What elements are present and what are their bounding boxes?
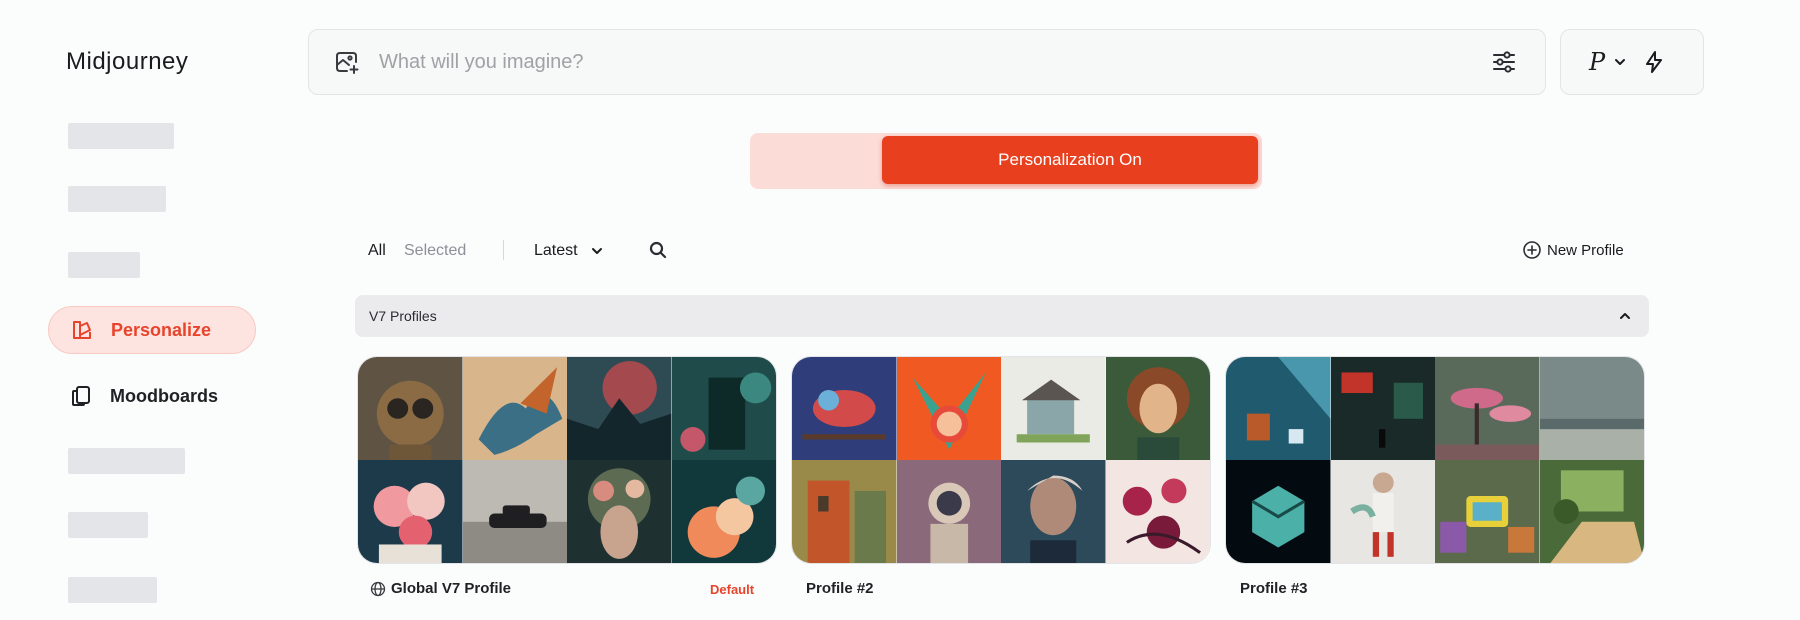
section-header-v7-profiles[interactable]: V7 Profiles <box>355 295 1649 337</box>
profile-name[interactable]: Profile #3 <box>1240 580 1308 597</box>
profile-image <box>1226 460 1331 563</box>
chevron-down-icon[interactable] <box>1613 55 1627 69</box>
nav-placeholder <box>68 123 174 149</box>
profile-card-global[interactable] <box>357 356 777 564</box>
profile-image <box>1001 357 1106 460</box>
sort-label: Latest <box>534 242 578 259</box>
nav-placeholder <box>68 512 148 538</box>
profile-image <box>1226 357 1331 460</box>
sidebar-item-label: Personalize <box>111 319 212 340</box>
nav-placeholder <box>68 577 157 603</box>
filter-selected[interactable]: Selected <box>404 236 466 266</box>
profile-image <box>896 460 1001 563</box>
sliders-icon[interactable] <box>1489 47 1519 77</box>
profile-image <box>1001 460 1106 563</box>
profile-image <box>462 460 567 563</box>
chevron-down-icon <box>590 244 604 258</box>
profile-image <box>1330 460 1435 563</box>
profile-image <box>1330 357 1435 460</box>
prompt-bar <box>308 29 1546 95</box>
profile-image <box>1435 357 1540 460</box>
image-add-icon[interactable] <box>333 48 361 76</box>
profile-image <box>1539 357 1644 460</box>
bolt-icon[interactable] <box>1641 49 1667 75</box>
profile-image <box>462 357 567 460</box>
profile-image <box>671 357 776 460</box>
personalization-mode-label[interactable]: P <box>1589 48 1605 76</box>
profile-name-label: Profile #3 <box>1240 580 1308 597</box>
prompt-input[interactable] <box>377 49 1489 75</box>
profile-image <box>1539 460 1644 563</box>
personalize-icon <box>69 317 95 343</box>
globe-icon <box>370 581 386 597</box>
mode-controls: P <box>1560 29 1704 95</box>
chevron-up-icon[interactable] <box>1617 308 1633 324</box>
profile-image <box>792 460 897 563</box>
profile-name-label: Global V7 Profile <box>391 580 512 597</box>
profile-image <box>896 357 1001 460</box>
sidebar-item-moodboards[interactable]: Moodboards <box>48 372 256 420</box>
profile-image <box>792 357 897 460</box>
new-profile-button[interactable]: New Profile <box>1522 238 1624 262</box>
search-icon[interactable] <box>648 240 668 260</box>
nav-placeholder <box>68 186 166 212</box>
new-profile-label: New Profile <box>1547 241 1624 259</box>
sidebar: Midjourney Personalize Moodboards <box>0 0 290 620</box>
app-logo[interactable]: Midjourney <box>66 48 188 76</box>
section-title: V7 Profiles <box>369 308 437 324</box>
sidebar-item-label: Moodboards <box>110 385 218 406</box>
sidebar-item-personalize[interactable]: Personalize <box>48 306 256 354</box>
profile-name[interactable]: Profile #2 <box>806 580 874 597</box>
profile-image <box>358 460 463 563</box>
nav-placeholder <box>68 448 185 474</box>
personalization-on-button[interactable]: Personalization On <box>882 136 1258 184</box>
moodboards-icon <box>68 383 94 409</box>
profile-image <box>671 460 776 563</box>
profile-card-2[interactable] <box>791 356 1211 564</box>
profile-image <box>567 460 672 563</box>
filter-all[interactable]: All <box>368 236 386 266</box>
profile-name[interactable]: Global V7 Profile <box>370 580 511 597</box>
sort-dropdown[interactable]: Latest <box>534 236 604 266</box>
nav-placeholder <box>68 252 140 278</box>
default-badge: Default <box>710 582 755 597</box>
profile-image <box>1105 357 1210 460</box>
profile-image <box>1105 460 1210 563</box>
filter-divider <box>503 240 504 260</box>
profile-image <box>1435 460 1540 563</box>
profile-image <box>358 357 463 460</box>
profile-card-3[interactable] <box>1225 356 1645 564</box>
profile-image <box>567 357 672 460</box>
profile-name-label: Profile #2 <box>806 580 874 597</box>
plus-circle-icon <box>1522 240 1542 260</box>
